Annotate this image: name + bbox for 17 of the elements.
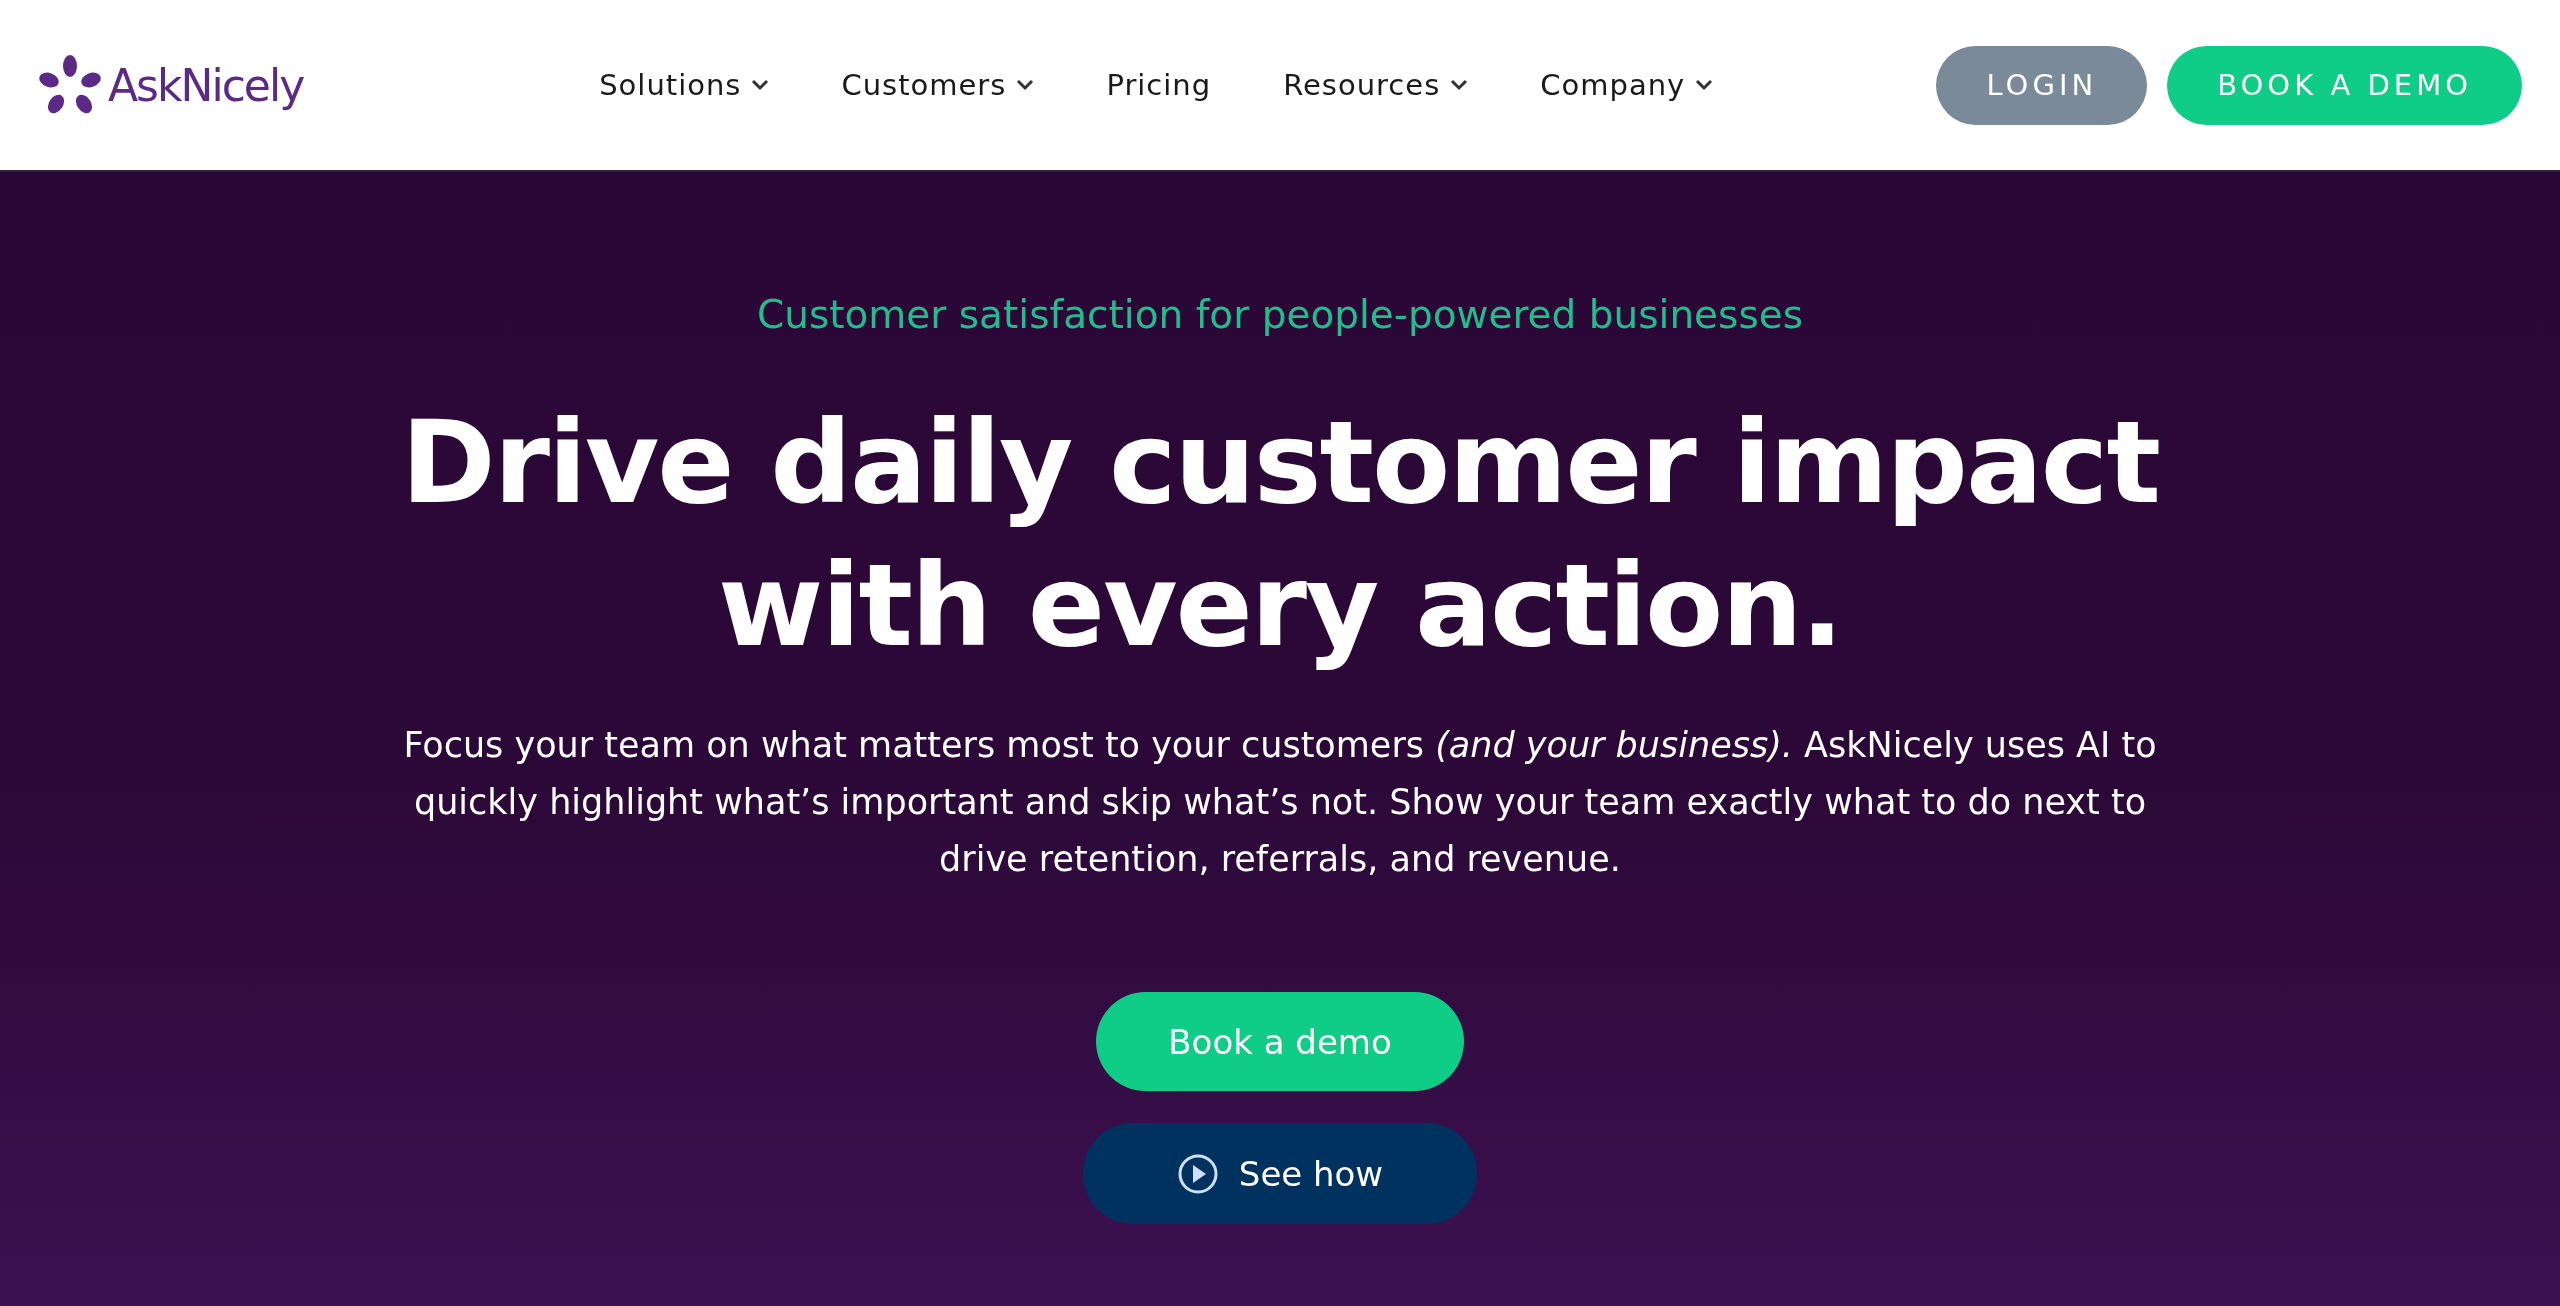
intro-paragraph: Focus your team on what matters most to your customers (and your business). AskNicely uses AI to quickly highlight what’s important and skip what’s not. Show your team exactly what to do next to drive retention, referrals, and revenue.	[402, 724, 2158, 881]
nav-link[interactable]: Company	[1504, 68, 1750, 102]
headline: Drive daily customer impact with every action.	[400, 395, 2160, 674]
chevron-down-icon	[751, 79, 770, 91]
see-how-button[interactable]: See how	[1083, 1123, 1477, 1224]
chevron-down-icon	[1695, 79, 1714, 91]
nav-link[interactable]: Customers	[805, 68, 1071, 102]
chevron-down-icon	[1450, 79, 1469, 91]
chevron-down-icon	[1016, 79, 1035, 91]
nav-link[interactable]: Solutions	[563, 68, 806, 102]
nav-link[interactable]: Pricing	[1070, 68, 1248, 102]
brand-name: AskNicely	[108, 59, 304, 111]
star-logo-icon	[38, 54, 102, 116]
play-icon	[1176, 1152, 1219, 1195]
nav-link[interactable]: Resources	[1247, 68, 1505, 102]
login-button[interactable]: LOGIN	[1936, 45, 2148, 125]
tagline: Customer satisfaction for people-powered businesses	[756, 292, 1804, 337]
